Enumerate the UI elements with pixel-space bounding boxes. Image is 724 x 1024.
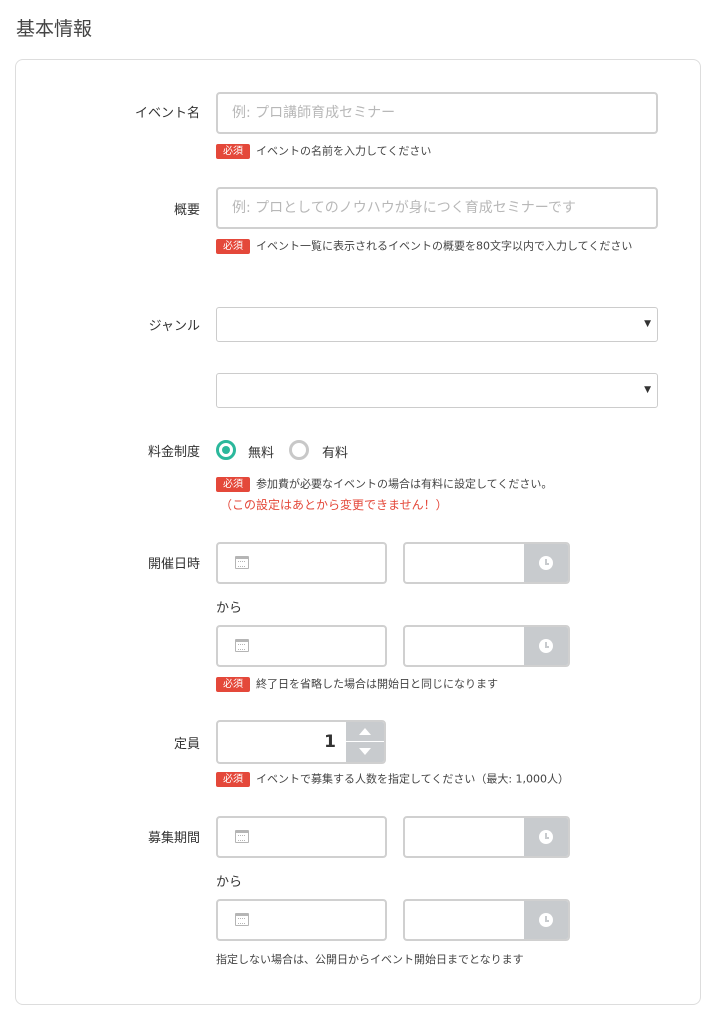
capacity-value[interactable]: 1: [324, 732, 336, 752]
event-datetime-label: 開催日時: [147, 557, 200, 572]
required-badge: 必須: [216, 238, 250, 254]
recruit-end-time-input[interactable]: [403, 899, 570, 941]
event-name-help: 必須 イベントの名前を入力してください: [216, 142, 431, 160]
fee-help: 必須 参加費が必要なイベントの場合は有料に設定してください。: [216, 475, 552, 493]
recruit-start-time-input[interactable]: [403, 816, 570, 858]
recruit-period-from: から: [216, 875, 243, 890]
clock-icon: [539, 639, 553, 653]
section-title: 基本情報: [16, 18, 93, 40]
event-start-time-input[interactable]: [403, 542, 570, 584]
fee-help-text: 参加費が必要なイベントの場合は有料に設定してください。: [256, 477, 553, 491]
chevron-down-icon: ▼: [644, 319, 651, 329]
summary-input[interactable]: [216, 187, 658, 229]
event-start-time-button[interactable]: [524, 544, 568, 582]
recruit-start-time-button[interactable]: [524, 818, 568, 856]
recruit-period-help: 指定しない場合は、公開日からイベント開始日までとなります: [216, 953, 524, 966]
calendar-icon: [235, 830, 249, 843]
clock-icon: [539, 556, 553, 570]
genre-label: ジャンル: [148, 319, 200, 334]
event-name-label: イベント名: [134, 106, 200, 121]
recruit-start-date-input[interactable]: [216, 816, 387, 858]
fee-option-paid-label[interactable]: 有料: [322, 442, 348, 461]
capacity-help-text: イベントで募集する人数を指定してください（最大: 1,000人）: [256, 772, 570, 786]
summary-help: 必須 イベント一覧に表示されるイベントの概要を80文字以内で入力してください: [216, 237, 646, 255]
required-badge: 必須: [216, 476, 250, 492]
event-start-date-input[interactable]: [216, 542, 387, 584]
chevron-down-icon: ▼: [644, 385, 651, 395]
calendar-icon: [235, 556, 249, 569]
event-datetime-from: から: [216, 601, 243, 616]
calendar-icon: [235, 639, 249, 652]
required-badge: 必須: [216, 676, 250, 692]
fee-option-free-label[interactable]: 無料: [248, 442, 274, 461]
required-badge: 必須: [216, 143, 250, 159]
event-name-help-text: イベントの名前を入力してください: [256, 144, 432, 158]
event-name-input[interactable]: [216, 92, 658, 134]
clock-icon: [539, 830, 553, 844]
fee-radio-free[interactable]: [216, 440, 236, 460]
required-badge: 必須: [216, 771, 250, 787]
capacity-stepper[interactable]: 1: [216, 720, 386, 764]
event-end-time-button[interactable]: [524, 627, 568, 665]
summary-help-text: イベント一覧に表示されるイベントの概要を80文字以内で入力してください: [256, 239, 633, 253]
genre-select-secondary[interactable]: ▼: [216, 373, 658, 408]
event-end-date-input[interactable]: [216, 625, 387, 667]
capacity-label: 定員: [173, 737, 200, 752]
fee-warning: （この設定はあとから変更できません！）: [220, 498, 448, 512]
capacity-help: 必須 イベントで募集する人数を指定してください（最大: 1,000人）: [216, 770, 569, 788]
clock-icon: [539, 913, 553, 927]
calendar-icon: [235, 913, 249, 926]
genre-select-primary[interactable]: ▼: [216, 307, 658, 342]
fee-label: 料金制度: [147, 445, 200, 460]
event-end-time-input[interactable]: [403, 625, 570, 667]
event-datetime-help: 必須 終了日を省略した場合は開始日と同じになります: [216, 675, 498, 693]
summary-label: 概要: [173, 203, 200, 218]
recruit-period-label: 募集期間: [147, 831, 200, 846]
arrow-down-icon[interactable]: [346, 742, 384, 762]
arrow-up-icon[interactable]: [346, 722, 384, 742]
capacity-stepper-buttons: [346, 722, 384, 762]
event-datetime-help-text: 終了日を省略した場合は開始日と同じになります: [256, 677, 498, 691]
recruit-end-time-button[interactable]: [524, 901, 568, 939]
fee-radio-paid[interactable]: [289, 440, 309, 460]
recruit-end-date-input[interactable]: [216, 899, 387, 941]
